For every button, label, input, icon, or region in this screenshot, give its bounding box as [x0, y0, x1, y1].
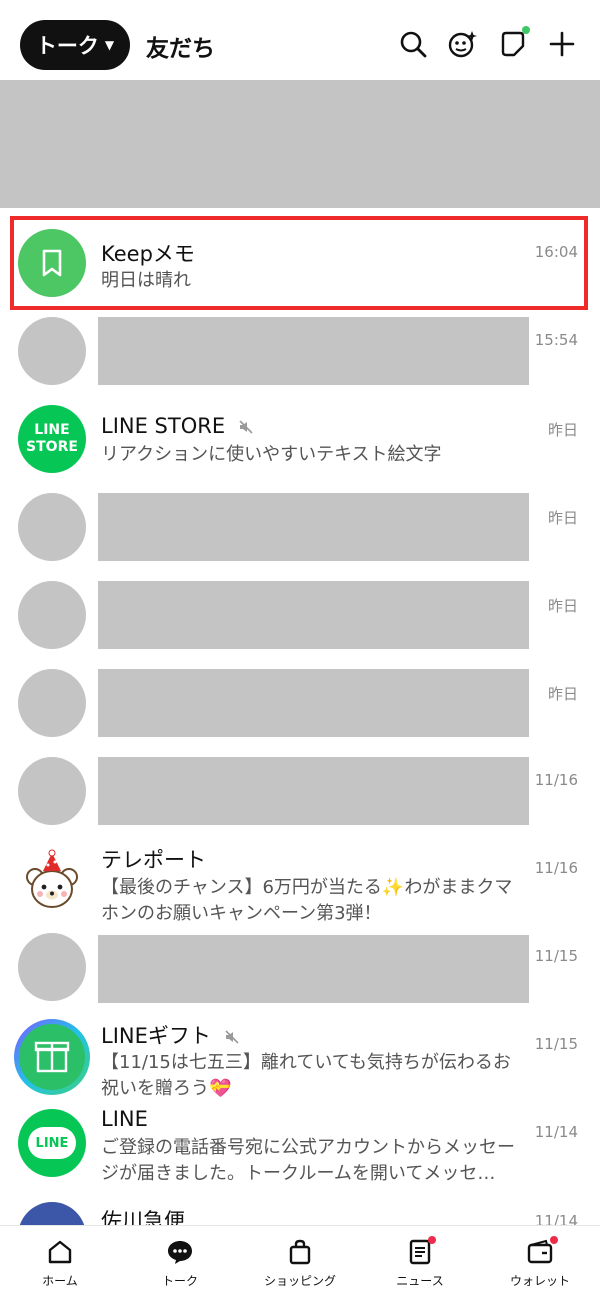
chat-last-message: 明日は晴れ [101, 270, 191, 291]
chat-time: 16:04 [534, 243, 578, 261]
chat-time: 昨日 [547, 597, 578, 615]
home-icon [46, 1238, 74, 1266]
redacted-avatar [18, 493, 86, 561]
chat-last-message: 【11/15は七五三】離れていても気持ちが伝わるお祝いを贈ろう💝 [101, 1052, 511, 1099]
line-gift-avatar [14, 1019, 90, 1095]
chat-name: LINE [101, 1107, 148, 1131]
nav-shopping[interactable]: ショッピング [240, 1226, 360, 1299]
chat-row[interactable]: 11/16 [0, 747, 600, 835]
chat-name-wrap: LINE STORE [101, 414, 254, 438]
mute-icon [239, 420, 253, 434]
shopping-bag-icon [286, 1238, 314, 1266]
chat-name: LINE STORE [101, 414, 226, 438]
nav-label: ショッピング [263, 1274, 336, 1288]
redacted-content [98, 493, 529, 561]
news-badge-dot [428, 1236, 436, 1244]
chat-time: 昨日 [547, 509, 578, 527]
chat-row[interactable]: 昨日 [0, 659, 600, 747]
chat-time: 15:54 [534, 331, 578, 349]
redacted-content [98, 757, 529, 825]
avatar-text: STORE [26, 439, 78, 455]
mute-icon [224, 1030, 239, 1044]
nav-label: ホーム [42, 1274, 78, 1288]
chat-row-line-gift[interactable]: LINEギフト 【11/15は七五三】離れていても気持ちが伝わるお祝いを贈ろう💝… [0, 1011, 600, 1099]
redacted-content [98, 669, 529, 737]
redacted-avatar [18, 933, 86, 1001]
redacted-content [98, 935, 529, 1003]
chat-bubble-icon [166, 1238, 194, 1266]
bear-icon [26, 849, 78, 908]
chat-time: 11/14 [534, 1123, 578, 1141]
nav-talk[interactable]: トーク [120, 1226, 240, 1299]
redacted-avatar [18, 757, 86, 825]
line-avatar: LINE [18, 1109, 86, 1177]
talk-tab-dropdown[interactable]: トーク ▼ [20, 20, 130, 70]
nav-label: ウォレット [509, 1274, 570, 1288]
line-store-avatar: LINE STORE [18, 405, 86, 473]
chat-row-line[interactable]: LINE LINE ご登録の電話番号宛に公式アカウントからメッセージが届きました… [0, 1099, 600, 1187]
chat-row-keep-memo[interactable]: Keepメモ 明日は晴れ 16:04 [0, 219, 600, 307]
nav-label: トーク [161, 1274, 198, 1288]
chat-time: 11/16 [534, 859, 578, 877]
banner-placeholder[interactable] [0, 80, 600, 208]
header: トーク ▼ 友だち [0, 0, 600, 80]
gift-icon [19, 1024, 85, 1090]
wallet-icon [526, 1236, 558, 1266]
chat-last-message: リアクションに使いやすいテキスト絵文字 [101, 444, 442, 465]
keep-memo-avatar [18, 229, 86, 297]
chevron-down-icon: ▼ [104, 38, 115, 52]
nav-label: ニュース [396, 1274, 444, 1288]
bookmark-icon [42, 249, 62, 277]
note-icon[interactable] [497, 26, 530, 60]
news-icon [406, 1236, 436, 1266]
chat-time: 11/16 [534, 771, 578, 789]
redacted-content [98, 317, 529, 385]
redacted-avatar [18, 317, 86, 385]
friends-tab[interactable]: 友だち [146, 29, 215, 63]
chat-row[interactable]: 15:54 [0, 307, 600, 395]
chat-name: テレポート [101, 848, 206, 872]
chat-row-teleport[interactable]: テレポート 【最後のチャンス】6万円が当たる✨わがままクマホンのお願いキャンペー… [0, 835, 600, 924]
plus-icon[interactable] [546, 28, 578, 60]
avatar-text: LINE [34, 422, 70, 438]
chat-last-message: 【最後のチャンス】6万円が当たる✨わがままクマホンのお願いキャンペーン第3弾！ [101, 877, 513, 924]
chat-row-line-store[interactable]: LINE STORE LINE STORE リアクションに使いやすいテキスト絵文… [0, 395, 600, 483]
talk-tab-label: トーク [35, 34, 99, 58]
chat-time: 昨日 [547, 421, 578, 439]
avatar-text: LINE [28, 1127, 76, 1159]
chat-row[interactable]: 昨日 [0, 571, 600, 659]
chat-time: 昨日 [547, 685, 578, 703]
nav-wallet[interactable]: ウォレット [480, 1226, 600, 1299]
bottom-nav: ホーム トーク ショッピング ニュース ウォレット [0, 1225, 600, 1299]
bear-avatar [18, 847, 86, 915]
nav-news[interactable]: ニュース [360, 1226, 480, 1299]
chat-row[interactable]: 11/15 [0, 923, 600, 1011]
search-icon[interactable] [397, 28, 429, 60]
chat-row[interactable]: 昨日 [0, 483, 600, 571]
chat-time: 11/15 [534, 1035, 578, 1053]
chat-name-wrap: LINEギフト [101, 1020, 240, 1050]
chat-name: LINEギフト [101, 1024, 211, 1048]
redacted-avatar [18, 581, 86, 649]
redacted-content [98, 581, 529, 649]
wallet-badge-dot [550, 1236, 558, 1244]
chat-time: 11/15 [534, 947, 578, 965]
face-sparkle-icon[interactable] [446, 28, 478, 60]
chat-name: Keepメモ [101, 242, 195, 266]
chat-last-message: ご登録の電話番号宛に公式アカウントからメッセージが届きました。トークルームを開い… [101, 1137, 515, 1184]
new-indicator-dot [522, 26, 530, 34]
nav-home[interactable]: ホーム [0, 1226, 120, 1299]
redacted-avatar [18, 669, 86, 737]
